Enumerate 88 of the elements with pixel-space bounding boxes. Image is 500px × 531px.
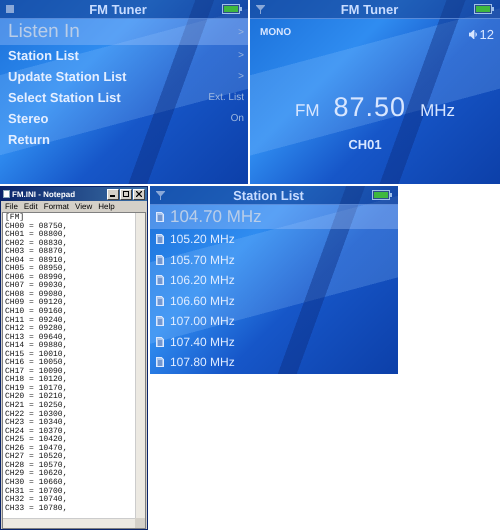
text-line: CH11 = 09240, bbox=[5, 316, 68, 325]
text-line: CH13 = 09640, bbox=[5, 334, 68, 342]
menu-item[interactable]: Stereo On bbox=[0, 108, 248, 129]
text-line: CH00 = 08750, bbox=[5, 222, 68, 231]
text-line: CH27 = 10520, bbox=[5, 453, 68, 462]
text-line: CH28 = 10570, bbox=[5, 462, 68, 470]
station-item[interactable]: 106.20 MHz bbox=[150, 270, 398, 290]
band-label: FM bbox=[294, 101, 320, 121]
text-line: CH10 = 09160, bbox=[5, 308, 68, 316]
text-line: [FM] bbox=[5, 214, 26, 222]
file-icon bbox=[156, 234, 164, 244]
text-line: CH15 = 10010, bbox=[5, 350, 68, 359]
menu-bar-item[interactable]: Edit bbox=[24, 202, 38, 211]
text-line: CH22 = 10300, bbox=[5, 410, 68, 419]
station-item[interactable]: 104.70 MHz bbox=[150, 205, 398, 229]
maximize-button[interactable] bbox=[120, 188, 132, 200]
text-line: CH21 = 10250, bbox=[5, 402, 68, 410]
text-line: CH03 = 08870, bbox=[5, 248, 68, 256]
file-icon bbox=[156, 254, 164, 265]
text-line: CH14 = 09880, bbox=[5, 342, 68, 350]
menu-bar-item[interactable]: View bbox=[75, 202, 92, 211]
station-item[interactable]: 105.20 MHz bbox=[150, 229, 398, 250]
unit-label: MHz bbox=[420, 101, 456, 121]
frequency-readout: 87.50 bbox=[334, 92, 406, 123]
antenna-icon bbox=[256, 4, 265, 14]
station-item[interactable]: 107.00 MHz bbox=[150, 311, 398, 332]
minimize-button[interactable] bbox=[107, 188, 119, 200]
resize-grip[interactable] bbox=[135, 518, 145, 528]
file-icon bbox=[156, 212, 164, 222]
text-line: CH31 = 10700, bbox=[5, 488, 68, 496]
text-line: CH23 = 10340, bbox=[5, 419, 68, 428]
file-icon bbox=[156, 357, 164, 368]
text-line: CH29 = 10620, bbox=[5, 470, 68, 478]
screen-title: Station List bbox=[233, 188, 304, 202]
text-line: CH08 = 09080, bbox=[5, 290, 68, 299]
text-line: CH09 = 09120, bbox=[5, 299, 68, 308]
window-title-text: FM.INI - Notepad bbox=[12, 190, 76, 198]
menu-bar-item[interactable]: Help bbox=[98, 202, 115, 211]
text-line: CH24 = 10370, bbox=[5, 428, 68, 436]
menu-item[interactable]: Return bbox=[0, 129, 248, 150]
text-line: CH20 = 10210, bbox=[5, 393, 68, 402]
text-line: CH17 = 10090, bbox=[5, 368, 68, 376]
file-icon bbox=[156, 336, 164, 347]
battery-icon bbox=[222, 4, 242, 14]
text-line: CH04 = 08910, bbox=[5, 256, 68, 265]
mode-label: MONO bbox=[260, 27, 292, 40]
station-item[interactable]: 106.60 MHz bbox=[150, 290, 398, 311]
text-line: CH19 = 10170, bbox=[5, 384, 68, 393]
menu-item[interactable]: Update Station List > bbox=[0, 66, 248, 87]
menu-bar-item[interactable]: File bbox=[5, 202, 18, 211]
text-line: CH32 = 10740, bbox=[5, 496, 68, 504]
text-line: CH01 = 08800, bbox=[5, 231, 68, 240]
menu-item[interactable]: Station List > bbox=[0, 45, 248, 66]
text-line: CH05 = 08950, bbox=[5, 265, 68, 274]
volume-level: 12 bbox=[480, 27, 494, 42]
horizontal-scrollbar[interactable] bbox=[3, 518, 135, 528]
screen-title: FM Tuner bbox=[89, 2, 147, 16]
text-line: CH06 = 08990, bbox=[5, 274, 68, 282]
text-line: CH16 = 10050, bbox=[5, 359, 68, 368]
text-line: CH25 = 10420, bbox=[5, 436, 68, 444]
station-item[interactable]: 107.80 MHz bbox=[150, 352, 398, 372]
text-line: CH12 = 09280, bbox=[5, 325, 68, 334]
notepad-icon bbox=[3, 190, 10, 198]
text-line: CH30 = 10660, bbox=[5, 478, 68, 488]
text-line: CH07 = 09030, bbox=[5, 282, 68, 290]
text-line: CH02 = 08830, bbox=[5, 240, 68, 248]
file-icon bbox=[156, 275, 164, 286]
antenna-icon bbox=[156, 190, 165, 200]
menu-item[interactable]: Listen In > bbox=[0, 19, 248, 45]
battery-icon bbox=[474, 4, 494, 14]
text-line: CH33 = 10780, bbox=[5, 504, 68, 514]
channel-label: CH01 bbox=[348, 137, 382, 152]
menu-bar-item[interactable]: Format bbox=[44, 202, 70, 211]
battery-icon bbox=[372, 190, 392, 200]
close-button[interactable] bbox=[133, 188, 145, 200]
text-line: CH26 = 10470, bbox=[5, 444, 68, 453]
maximize-icon bbox=[123, 191, 129, 197]
speaker-icon bbox=[468, 30, 478, 39]
file-icon bbox=[156, 296, 164, 306]
text-line: CH18 = 10120, bbox=[5, 376, 68, 384]
vertical-scrollbar[interactable] bbox=[135, 213, 145, 518]
file-icon bbox=[156, 316, 164, 326]
station-item[interactable]: 105.70 MHz bbox=[150, 250, 398, 270]
square-icon bbox=[6, 5, 14, 13]
close-icon bbox=[136, 191, 142, 197]
screen-title: FM Tuner bbox=[340, 2, 398, 16]
menu-item[interactable]: Select Station List Ext. List bbox=[0, 87, 248, 108]
station-item[interactable]: 107.40 MHz bbox=[150, 332, 398, 352]
